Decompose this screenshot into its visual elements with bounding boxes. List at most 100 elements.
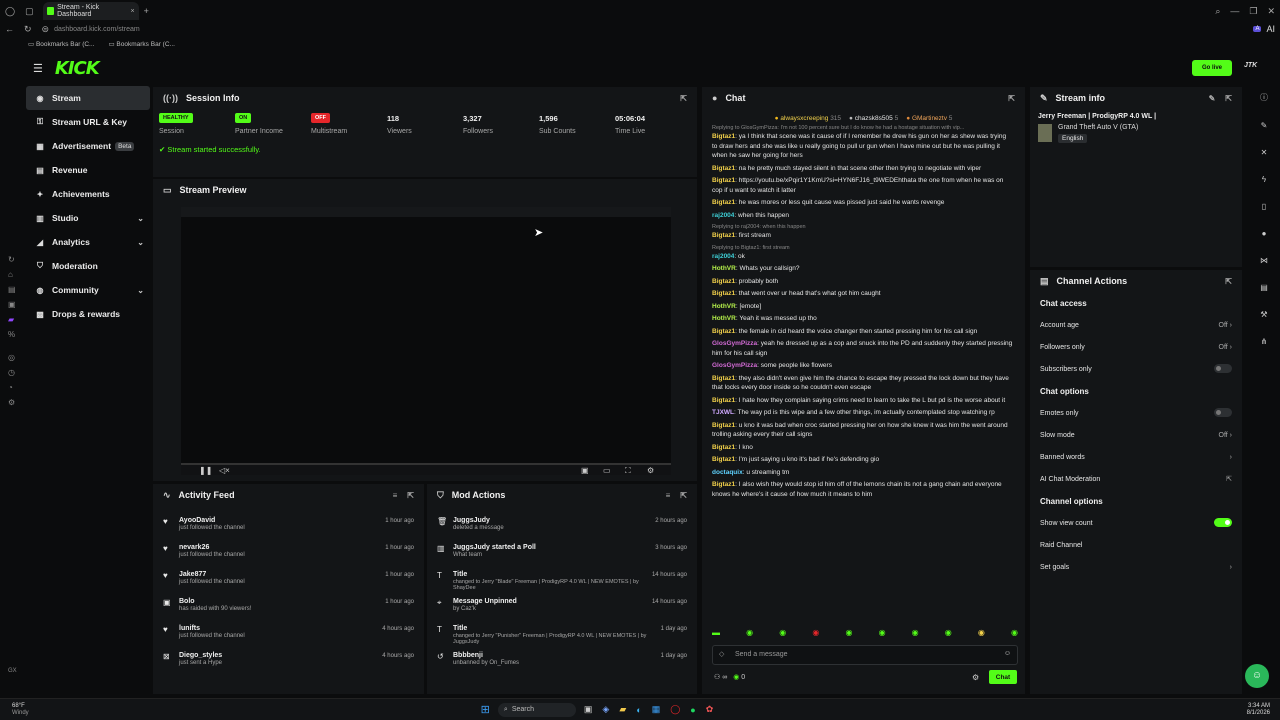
info-icon[interactable]: ⓘ bbox=[1254, 92, 1274, 103]
store-icon[interactable]: ▦ bbox=[652, 704, 661, 715]
notes-icon[interactable]: ▣ bbox=[8, 300, 24, 309]
filter-icon[interactable]: ≡ bbox=[666, 491, 671, 500]
list-item[interactable]: ↺ Bbbbenji unbanned by On_Fumes 1 day ago bbox=[427, 649, 697, 676]
windows-start-icon[interactable]: ⊞ bbox=[481, 703, 490, 716]
list-item[interactable]: ▣ Bolo has raided with 90 viewers! 1 hour a… bbox=[153, 595, 424, 622]
chat-username[interactable]: Bigtaz1 bbox=[712, 375, 735, 382]
theater-icon[interactable]: ▭ bbox=[603, 466, 611, 475]
sidebar-item-moderation[interactable]: ⛉ Moderation bbox=[26, 254, 150, 278]
chat-message[interactable]: GlosGymPizza: some people like flowers bbox=[702, 361, 1025, 371]
chat-message[interactable]: Bigtaz1: that went over ur head that's w… bbox=[702, 289, 1025, 299]
category-name[interactable]: Grand Theft Auto V (GTA) bbox=[1058, 124, 1138, 131]
popout-icon[interactable]: ⇱ bbox=[680, 94, 687, 103]
chat-message[interactable]: raj2004: ok bbox=[702, 252, 1025, 262]
weather-widget[interactable]: 68°F Windy bbox=[12, 703, 29, 717]
mute-icon[interactable]: ◁× bbox=[219, 466, 230, 475]
list-item[interactable]: T Title changed to Jerry "Blade" Freeman |… bbox=[427, 568, 697, 595]
sidebar-item-stream[interactable]: ◉ Stream bbox=[26, 86, 150, 110]
spotify-icon[interactable]: ● bbox=[690, 705, 695, 715]
banned-words-setting[interactable]: Banned words › bbox=[1030, 446, 1242, 468]
taskbar-search[interactable]: ⌕ Search bbox=[497, 702, 576, 717]
site-info-icon[interactable]: ⊜ bbox=[42, 24, 50, 35]
emote-icon[interactable]: ▬ bbox=[712, 628, 720, 640]
bell-icon[interactable]: ◔ bbox=[8, 383, 24, 392]
home-icon[interactable]: ⌂ bbox=[8, 270, 24, 279]
system-clock[interactable]: 3:34 AM 8/1/2026 bbox=[1247, 703, 1270, 717]
chat-username[interactable]: Bigtaz1 bbox=[712, 456, 735, 463]
fullscreen-icon[interactable]: ⛶ bbox=[625, 466, 631, 476]
share-icon[interactable]: ⋔ bbox=[1254, 337, 1274, 346]
settings-icon[interactable]: ⚙ bbox=[647, 466, 654, 475]
list-item[interactable]: ♥ nevark26 just followed the channel 1 hour… bbox=[153, 541, 424, 568]
filter-icon[interactable]: ≡ bbox=[393, 491, 398, 500]
link-icon[interactable]: ⋈ bbox=[1254, 256, 1274, 265]
browser-logo-icon[interactable]: ◯ bbox=[5, 6, 15, 17]
chat-message[interactable]: TJXWL: The way pd is this wipe and a few… bbox=[702, 408, 1025, 418]
chat-username[interactable]: Bigtaz1 bbox=[712, 422, 735, 429]
list-item[interactable]: ♥ AyooDavid just followed the channel 1 hou… bbox=[153, 514, 424, 541]
chat-message[interactable]: raj2004: when this happen bbox=[702, 211, 1025, 221]
chat-username[interactable]: raj2004 bbox=[712, 212, 734, 219]
extension-small-icon[interactable]: GX bbox=[8, 668, 17, 674]
pause-icon[interactable]: ❚❚ bbox=[199, 466, 212, 475]
percent-icon[interactable]: % bbox=[8, 330, 24, 339]
bookmark-item[interactable]: ▭ Bookmarks Bar (C... bbox=[108, 40, 174, 48]
sidebar-item-community[interactable]: ◍ Community ⌄ bbox=[26, 278, 150, 302]
pencil-icon[interactable]: ✎ bbox=[1254, 121, 1274, 130]
chat-username[interactable]: doctaquix bbox=[712, 469, 743, 476]
sidebar-item-analytics[interactable]: ◢ Analytics ⌄ bbox=[26, 230, 150, 254]
chat-message[interactable]: Bigtaz1: u kno it was bad when croc star… bbox=[702, 421, 1025, 440]
hamburger-menu-icon[interactable]: ☰ bbox=[33, 62, 43, 75]
list-item[interactable]: ⌖ Message Unpinned by Caz'k 14 hours ago bbox=[427, 595, 697, 622]
browser-tab[interactable]: Stream - Kick Dashboard × bbox=[42, 2, 139, 20]
chat-username[interactable]: Bigtaz1 bbox=[712, 328, 735, 335]
video-player[interactable]: ❚❚ ◁× ▣ ▭ ⛶ ⚙ bbox=[181, 207, 671, 475]
user-avatar[interactable]: JTK bbox=[1244, 62, 1266, 74]
chat-settings-icon[interactable]: ⚙ bbox=[972, 673, 979, 682]
list-item[interactable]: 🗑 JuggsJudy deleted a message 2 hours ago bbox=[427, 514, 697, 541]
popout-icon[interactable]: ⇱ bbox=[680, 491, 687, 500]
chat-username[interactable]: HothVR bbox=[712, 315, 736, 322]
chat-message[interactable]: Bigtaz1: I kno bbox=[702, 443, 1025, 453]
list-icon[interactable]: ▤ bbox=[1254, 283, 1274, 292]
popout-icon[interactable]: ⇱ bbox=[1008, 94, 1015, 103]
chat-message[interactable]: Bigtaz1: I'm just saying u kno it's bad … bbox=[702, 455, 1025, 465]
chat-username[interactable]: GlosGymPizza bbox=[712, 362, 757, 369]
emote-icon[interactable]: ◉ bbox=[779, 628, 786, 640]
settings-icon[interactable]: ⚙ bbox=[8, 398, 24, 407]
chat-message[interactable]: HothVR: Whats your callsign? bbox=[702, 264, 1025, 274]
url-field[interactable]: dashboard.kick.com/stream bbox=[54, 26, 140, 33]
ai-button[interactable]: AI bbox=[1266, 24, 1275, 34]
chat-message[interactable]: Bigtaz1: na he pretty much stayed silent… bbox=[702, 164, 1025, 174]
minimize-icon[interactable]: — bbox=[1230, 6, 1239, 16]
pip-icon[interactable]: ▣ bbox=[581, 466, 589, 475]
twitch-icon[interactable]: ▰ bbox=[8, 315, 24, 324]
go-live-button[interactable]: Go live bbox=[1192, 60, 1232, 76]
emote-icon[interactable]: ◉ bbox=[812, 628, 819, 640]
play-circle-icon[interactable]: ◎ bbox=[8, 353, 24, 362]
back-icon[interactable]: ← bbox=[5, 24, 14, 34]
emote-icon[interactable]: ◉ bbox=[1011, 628, 1018, 640]
chat-username[interactable]: Bigtaz1 bbox=[712, 177, 735, 184]
chat-message[interactable]: doctaquix: u streaming tm bbox=[702, 468, 1025, 478]
edge-icon[interactable]: ◐ bbox=[636, 705, 641, 715]
leaderboard-item[interactable]: ● GMartineztv 5 bbox=[906, 115, 952, 122]
ai-chat-moderation-setting[interactable]: AI Chat Moderation ⇱ bbox=[1030, 468, 1242, 490]
file-explorer-icon[interactable]: ▰ bbox=[619, 704, 626, 715]
emotes-only-toggle[interactable] bbox=[1214, 407, 1232, 417]
channel-points[interactable]: ◉ 0 bbox=[733, 673, 745, 681]
sidebar-item-advertisement[interactable]: ▦ Advertisement Beta bbox=[26, 134, 150, 158]
chat-message[interactable]: Bigtaz1: I hate how they complain saying… bbox=[702, 396, 1025, 406]
emote-icon[interactable]: ◉ bbox=[945, 628, 952, 640]
history-icon[interactable]: ◷ bbox=[8, 368, 24, 377]
chat-message[interactable]: Bigtaz1: ya I think that scene was it ca… bbox=[702, 132, 1025, 161]
chat-message[interactable]: Bigtaz1: first stream bbox=[702, 231, 1025, 241]
send-chat-button[interactable]: Chat bbox=[989, 670, 1017, 684]
set-goals-setting[interactable]: Set goals › bbox=[1030, 556, 1242, 578]
edit-icon[interactable]: ✎ bbox=[1209, 94, 1216, 103]
chat-username[interactable]: Bigtaz1 bbox=[712, 444, 735, 451]
chat-message[interactable]: Bigtaz1: they also didn't even give him … bbox=[702, 374, 1025, 393]
chat-message[interactable]: HothVR: Yeah it was messed up tho bbox=[702, 314, 1025, 324]
slow-mode-setting[interactable]: Slow mode Off › bbox=[1030, 424, 1242, 446]
popout-icon[interactable]: ⇱ bbox=[1225, 277, 1232, 286]
